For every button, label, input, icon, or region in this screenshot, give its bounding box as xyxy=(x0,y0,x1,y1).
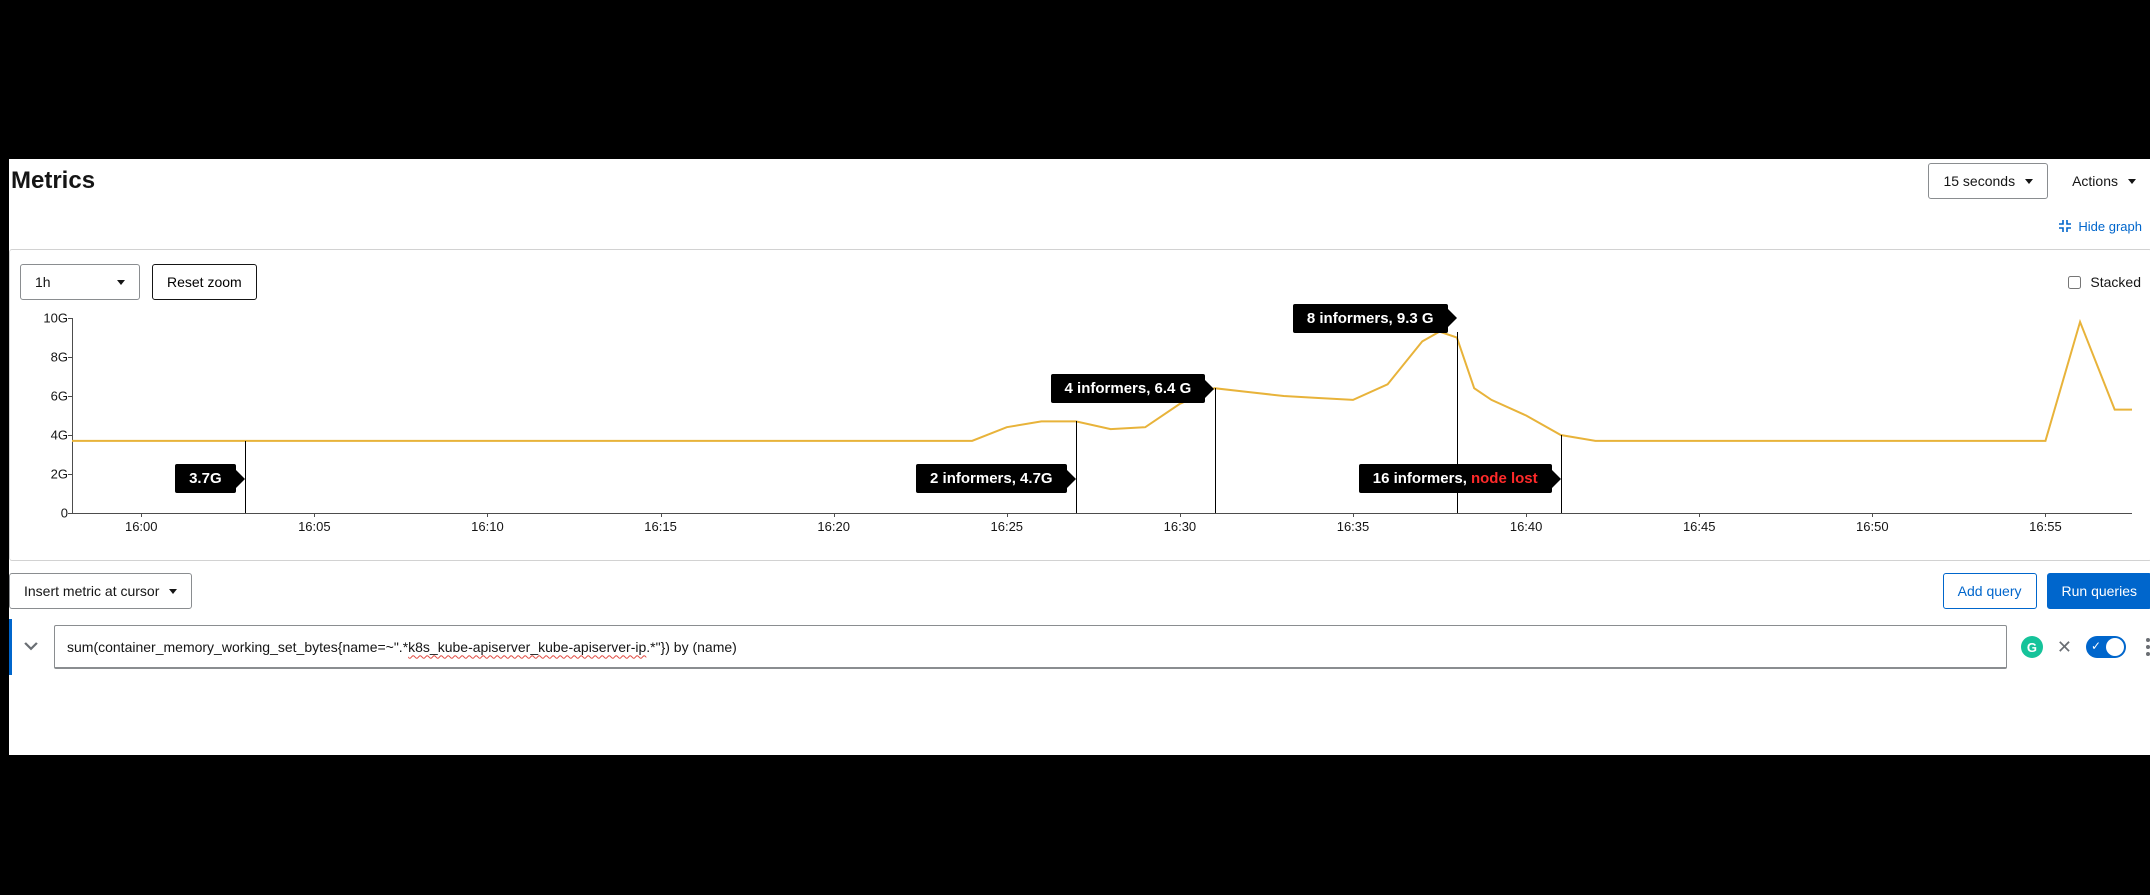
time-range-dropdown[interactable]: 1h xyxy=(20,264,140,300)
refresh-interval-dropdown[interactable]: 15 seconds xyxy=(1928,163,2048,199)
metrics-panel: Metrics 15 seconds Actions Hide graph 1h… xyxy=(9,159,2150,755)
annotation-line xyxy=(245,441,246,513)
caret-down-icon xyxy=(2025,179,2033,184)
x-tick-label: 16:30 xyxy=(1164,519,1197,534)
annotation-callout: 3.7G xyxy=(175,464,236,493)
x-tick-label: 16:55 xyxy=(2029,519,2062,534)
x-tick-label: 16:10 xyxy=(471,519,504,534)
annotation-line xyxy=(1215,388,1216,513)
actions-label: Actions xyxy=(2072,173,2118,189)
query-actions-kebab[interactable] xyxy=(2140,632,2150,662)
x-tick-label: 16:45 xyxy=(1683,519,1716,534)
run-queries-button[interactable]: Run queries xyxy=(2047,573,2150,609)
query-row: sum(container_memory_working_set_bytes{n… xyxy=(9,619,2150,675)
y-tick-label: 6G xyxy=(34,389,68,404)
query-bar: Insert metric at cursor Add query Run qu… xyxy=(9,573,2150,619)
annotation-callout: 4 informers, 6.4 G xyxy=(1051,374,1206,403)
stacked-checkbox[interactable] xyxy=(2068,276,2081,289)
chart-card: 1h Reset zoom Stacked 02G4G6G8G10G16:001… xyxy=(9,249,2150,561)
page-title: Metrics xyxy=(11,167,1918,195)
query-expression-input[interactable]: sum(container_memory_working_set_bytes{n… xyxy=(54,625,2007,669)
time-range-label: 1h xyxy=(35,274,51,290)
x-tick-label: 16:40 xyxy=(1510,519,1543,534)
y-tick-label: 4G xyxy=(34,428,68,443)
y-tick-label: 8G xyxy=(34,350,68,365)
refresh-interval-label: 15 seconds xyxy=(1943,173,2015,189)
caret-down-icon xyxy=(2128,179,2136,184)
y-tick-label: 0 xyxy=(34,506,68,521)
stacked-toggle[interactable]: Stacked xyxy=(2064,273,2141,292)
chart-line xyxy=(72,318,2132,513)
x-tick-label: 16:20 xyxy=(817,519,850,534)
annotation-callout: 8 informers, 9.3 G xyxy=(1293,304,1448,333)
y-tick-label: 2G xyxy=(34,467,68,482)
caret-down-icon xyxy=(169,589,177,594)
insert-metric-dropdown[interactable]: Insert metric at cursor xyxy=(9,573,192,609)
grammarly-icon[interactable]: G xyxy=(2021,636,2043,658)
x-tick-label: 16:05 xyxy=(298,519,331,534)
clear-query-button[interactable]: ✕ xyxy=(2057,638,2072,656)
add-query-button[interactable]: Add query xyxy=(1943,573,2037,609)
actions-dropdown[interactable]: Actions xyxy=(2058,163,2150,199)
stacked-label: Stacked xyxy=(2090,274,2141,290)
insert-metric-label: Insert metric at cursor xyxy=(24,583,159,599)
query-enabled-toggle[interactable]: ✓ xyxy=(2086,636,2126,658)
chart-plot-area[interactable]: 02G4G6G8G10G16:0016:0516:1016:1516:2016:… xyxy=(72,318,2132,513)
annotation-line xyxy=(1076,421,1077,513)
annotation-callout: 2 informers, 4.7G xyxy=(916,464,1067,493)
annotation-line xyxy=(1561,435,1562,513)
x-tick-label: 16:15 xyxy=(644,519,677,534)
check-icon: ✓ xyxy=(2091,639,2101,653)
x-tick-label: 16:25 xyxy=(991,519,1024,534)
hide-graph-label: Hide graph xyxy=(2078,219,2142,234)
chevron-down-icon[interactable] xyxy=(22,638,40,656)
x-tick-label: 16:35 xyxy=(1337,519,1370,534)
panel-header: Metrics 15 seconds Actions xyxy=(9,159,2150,203)
chart-toolbar: 1h Reset zoom Stacked xyxy=(20,264,2141,300)
annotation-callout: 16 informers, node lost xyxy=(1359,464,1552,493)
compress-icon xyxy=(2058,219,2072,233)
caret-down-icon xyxy=(117,280,125,285)
reset-zoom-button[interactable]: Reset zoom xyxy=(152,264,257,300)
graph-toggle-bar: Hide graph xyxy=(9,203,2150,249)
x-tick-label: 16:50 xyxy=(1856,519,1889,534)
y-tick-label: 10G xyxy=(34,311,68,326)
hide-graph-link[interactable]: Hide graph xyxy=(2058,219,2142,234)
x-axis xyxy=(72,513,2132,514)
x-tick-label: 16:00 xyxy=(125,519,158,534)
